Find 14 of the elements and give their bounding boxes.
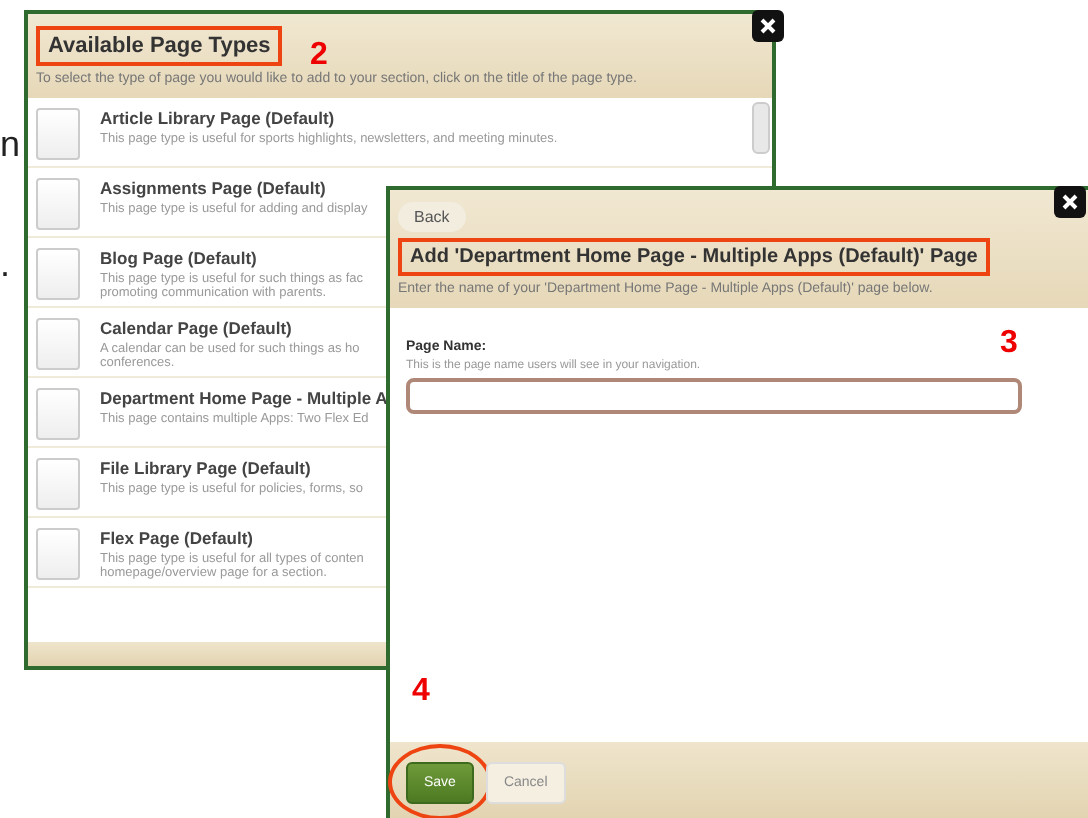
page-type-title: Flex Page (Default) [100,528,256,548]
step-number: 3 [1000,326,1018,362]
page-type-title: Blog Page (Default) [100,248,259,268]
background-text: . [0,244,11,286]
dialog-title: Available Page Types [36,26,283,66]
dialog-title: Add 'Department Home Page - Multiple Apps (Default)' Page [398,238,990,276]
page-type-title: Department Home Page - Multiple A [100,388,388,408]
page-type-title: File Library Page (Default) [100,458,313,478]
page-type-title: Assignments Page (Default) [100,178,328,198]
page-type-title: Article Library Page (Default) [100,108,337,128]
background-text: n [0,124,21,166]
step-number: 2 [310,38,328,72]
page-type-title: Calendar Page (Default) [100,318,294,338]
step-number: 4 [412,674,430,710]
